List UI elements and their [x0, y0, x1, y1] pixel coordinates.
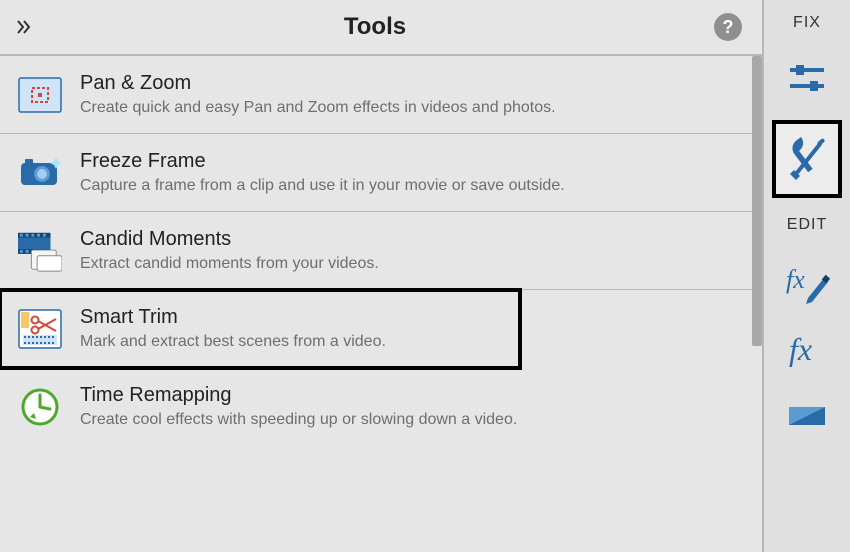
tool-item-title: Candid Moments — [80, 228, 744, 251]
sidebar-fx-edit-button[interactable]: fx — [777, 258, 837, 310]
fx-icon: fx — [785, 330, 829, 370]
edit-label: EDIT — [787, 216, 827, 234]
fx-pencil-icon: fx — [784, 264, 830, 304]
help-button[interactable]: ? — [714, 13, 742, 41]
tools-icon — [784, 136, 830, 182]
candid-moments-icon — [18, 231, 62, 271]
tool-item-title: Smart Trim — [80, 306, 502, 329]
help-icon: ? — [723, 17, 734, 38]
tool-item-title: Time Remapping — [80, 384, 744, 407]
tool-item-desc: Mark and extract best scenes from a vide… — [80, 333, 502, 351]
smart-trim-icon — [18, 309, 62, 349]
scrollbar-thumb[interactable] — [752, 56, 762, 346]
tools-list-wrap: Pan & Zoom Create quick and easy Pan and… — [0, 56, 762, 552]
media-icon — [787, 407, 827, 425]
sidebar-fx-button[interactable]: fx — [777, 324, 837, 376]
time-remapping-icon — [18, 387, 62, 427]
fix-label: FIX — [793, 14, 821, 32]
tool-item-text: Candid Moments Extract candid moments fr… — [80, 228, 744, 273]
pan-zoom-icon — [18, 75, 62, 115]
scrollbar[interactable] — [752, 56, 762, 552]
tool-item-time-remapping[interactable]: Time Remapping Create cool effects with … — [0, 368, 762, 445]
collapse-panel-button[interactable] — [12, 19, 36, 35]
right-sidebar: FIX EDIT fx — [764, 0, 850, 552]
tool-item-desc: Capture a frame from a clip and use it i… — [80, 177, 744, 195]
tool-item-desc: Create quick and easy Pan and Zoom effec… — [80, 99, 744, 117]
panel-title: Tools — [36, 13, 714, 41]
tool-item-text: Pan & Zoom Create quick and easy Pan and… — [80, 72, 744, 117]
freeze-frame-icon — [18, 153, 62, 193]
tool-item-desc: Create cool effects with speeding up or … — [80, 411, 744, 429]
tools-list: Pan & Zoom Create quick and easy Pan and… — [0, 56, 762, 552]
tool-item-freeze-frame[interactable]: Freeze Frame Capture a frame from a clip… — [0, 134, 762, 212]
tool-item-smart-trim[interactable]: Smart Trim Mark and extract best scenes … — [0, 290, 520, 368]
sidebar-tools-button[interactable] — [772, 120, 842, 198]
tool-item-desc: Extract candid moments from your videos. — [80, 255, 744, 273]
sidebar-adjust-button[interactable] — [772, 46, 842, 110]
chevron-double-right-icon — [16, 19, 32, 35]
svg-text:fx: fx — [789, 331, 812, 367]
tools-panel: Tools ? Pan & Zoom Cre — [0, 0, 764, 552]
tool-item-title: Pan & Zoom — [80, 72, 744, 95]
tool-item-text: Time Remapping Create cool effects with … — [80, 384, 744, 429]
panel-header: Tools ? — [0, 0, 762, 56]
edit-buttons-group: fx fx — [777, 258, 837, 442]
tool-item-text: Freeze Frame Capture a frame from a clip… — [80, 150, 744, 195]
tool-item-title: Freeze Frame — [80, 150, 744, 173]
sliders-icon — [786, 60, 828, 96]
svg-text:fx: fx — [786, 265, 805, 294]
app-root: Tools ? Pan & Zoom Cre — [0, 0, 850, 552]
sidebar-media-button[interactable] — [777, 390, 837, 442]
tool-item-text: Smart Trim Mark and extract best scenes … — [80, 306, 502, 351]
tool-item-pan-zoom[interactable]: Pan & Zoom Create quick and easy Pan and… — [0, 56, 762, 134]
tool-item-candid-moments[interactable]: Candid Moments Extract candid moments fr… — [0, 212, 762, 290]
